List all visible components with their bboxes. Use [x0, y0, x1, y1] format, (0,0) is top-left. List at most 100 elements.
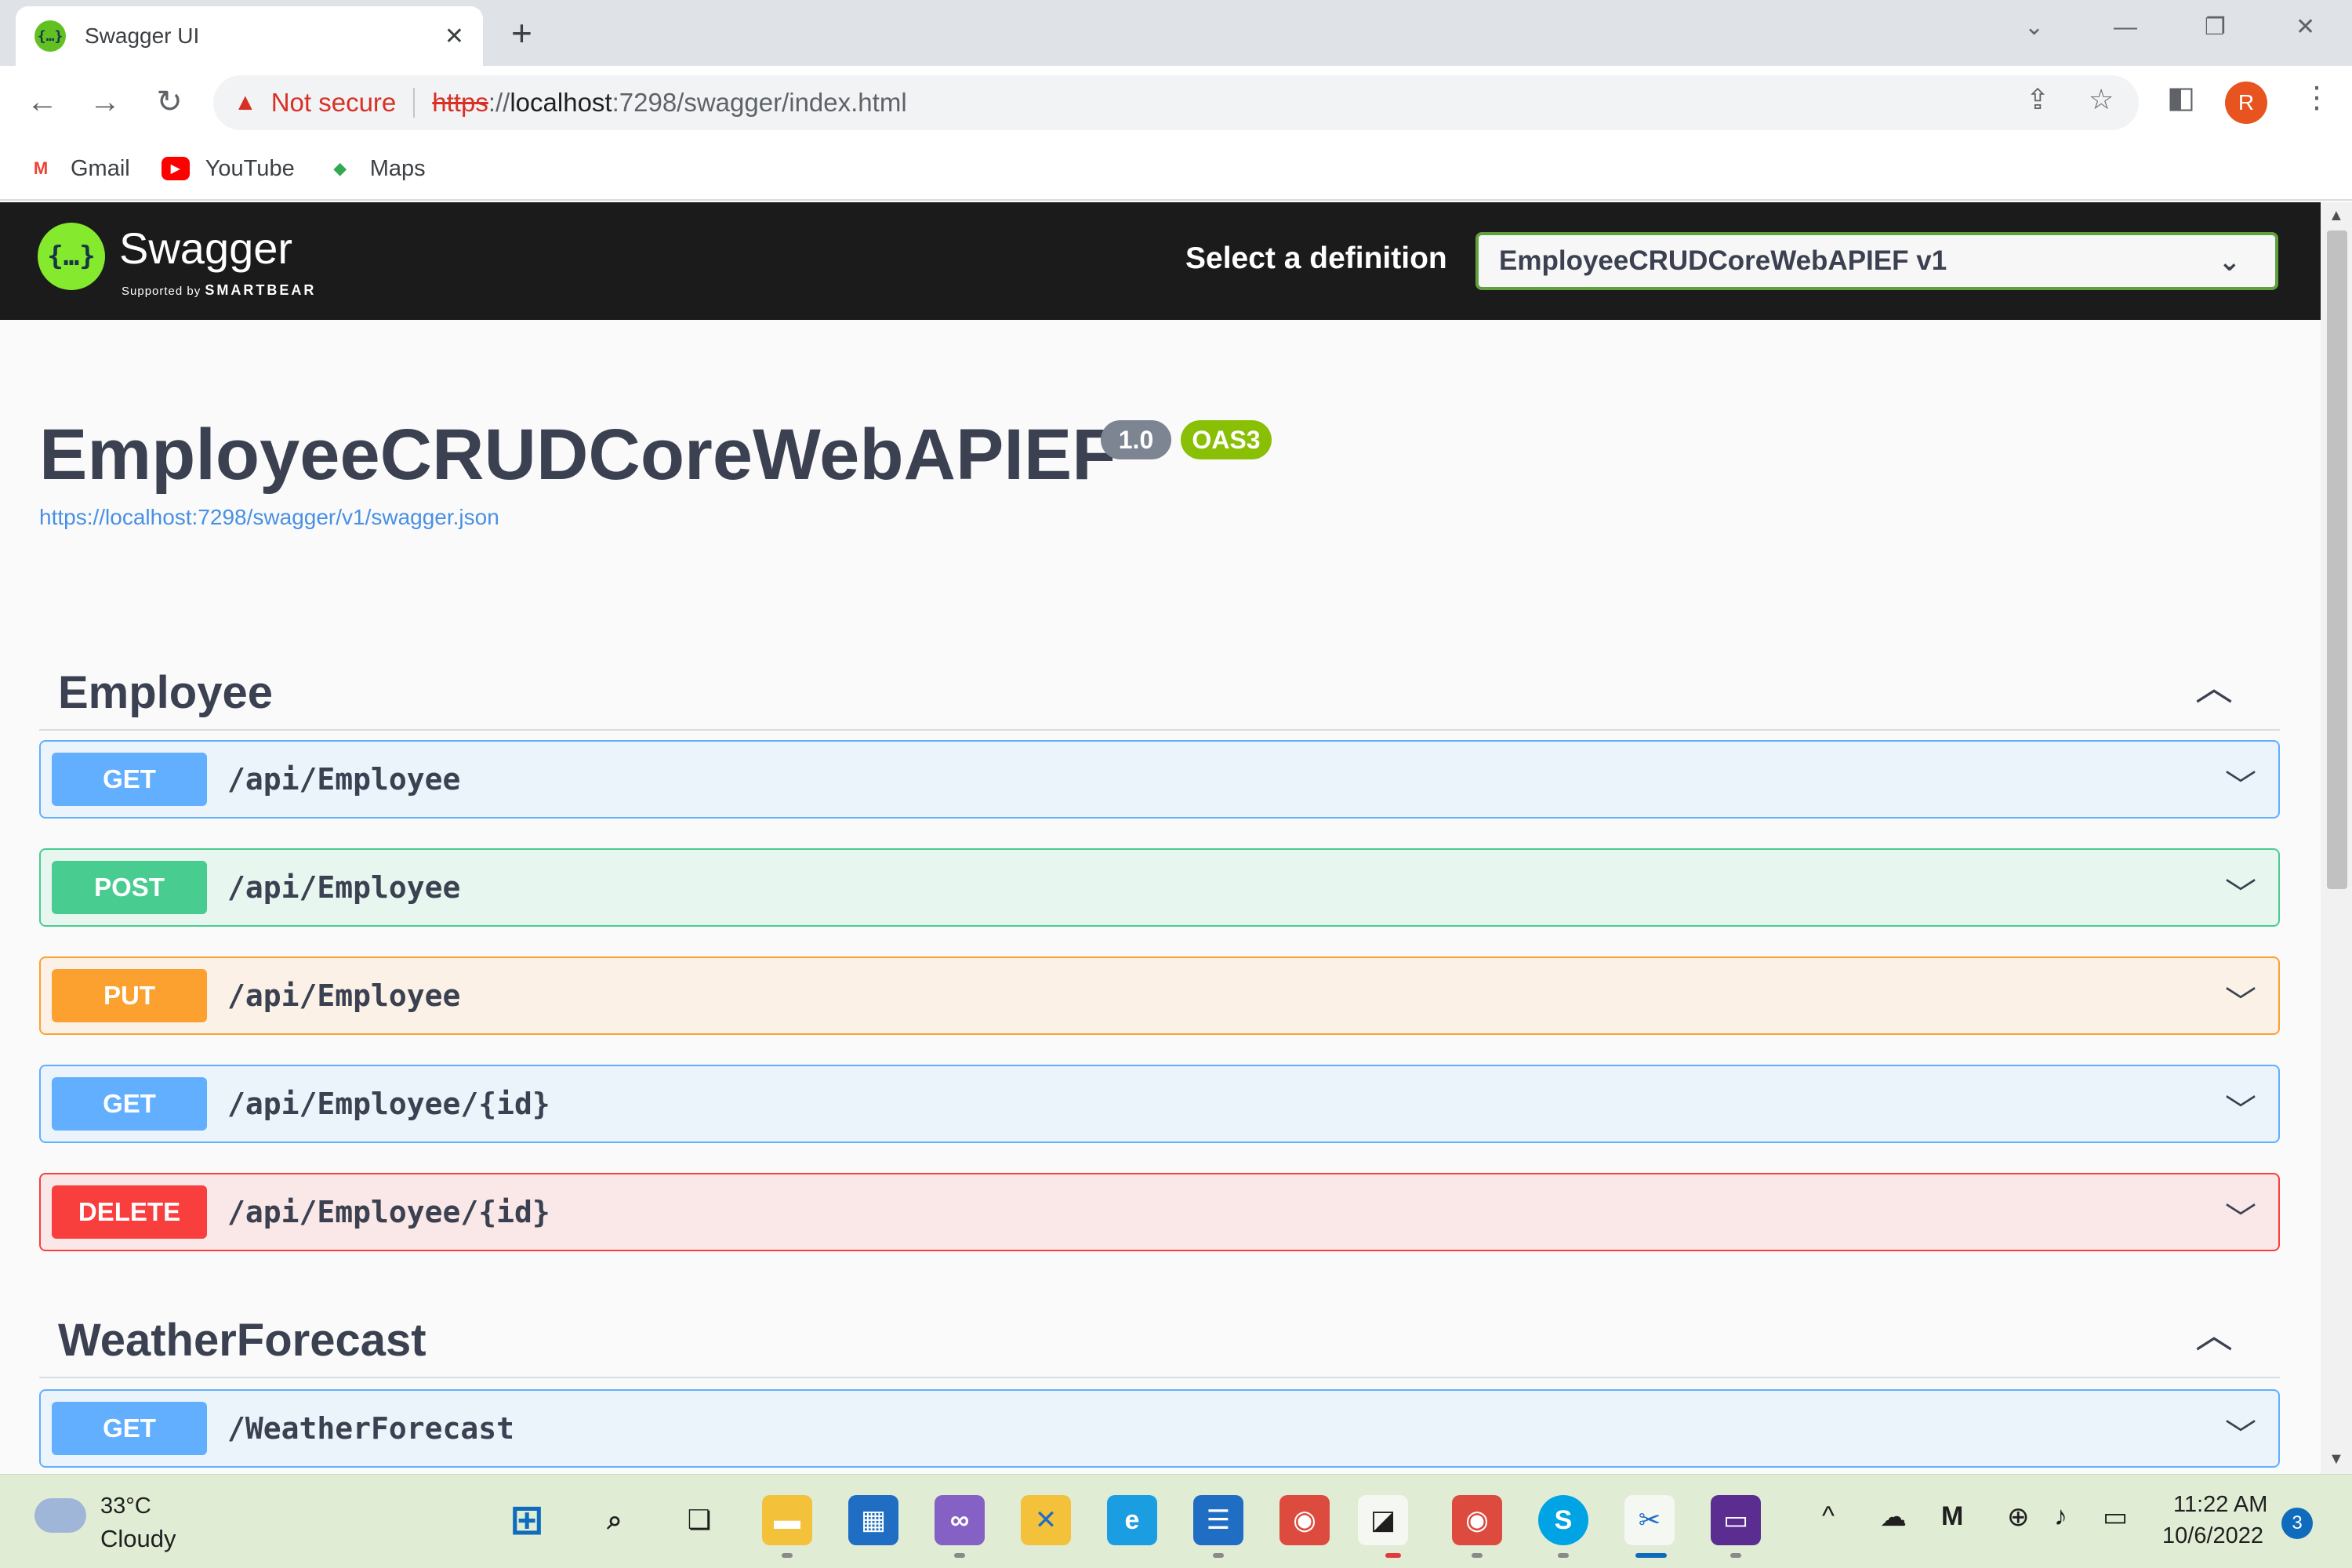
tag-employee[interactable]: Employee ︿: [39, 652, 2280, 731]
supported-by: Supported by SMARTBEAR: [122, 282, 316, 299]
running-indicator: [954, 1553, 965, 1558]
browser-tab[interactable]: {…} Swagger UI ✕: [16, 6, 483, 66]
bookmark-youtube[interactable]: ▶ YouTube: [161, 155, 295, 182]
method-badge: DELETE: [52, 1185, 207, 1239]
operation-delete-employee-by-id[interactable]: DELETE /api/Employee/{id} ﹀: [39, 1173, 2280, 1251]
url-text[interactable]: https://localhost:7298/swagger/index.htm…: [432, 88, 906, 118]
bookmark-label: YouTube: [205, 155, 295, 181]
chevron-down-icon: ⌄: [2218, 247, 2241, 277]
share-icon[interactable]: ⇪: [2026, 83, 2049, 116]
bookmarks-bar: M Gmail ▶ YouTube ◆ Maps: [0, 138, 2352, 201]
operation-put-employee[interactable]: PUT /api/Employee ﹀: [39, 956, 2280, 1035]
weather-temperature[interactable]: 33°C: [100, 1494, 151, 1519]
network-icon[interactable]: ⊕: [2007, 1501, 2030, 1533]
forward-icon[interactable]: →: [83, 80, 127, 124]
swagger-logo-icon[interactable]: {…}: [38, 223, 105, 290]
sticky-notes-icon[interactable]: ◪: [1358, 1495, 1408, 1545]
version-badge: 1.0: [1101, 420, 1171, 459]
swagger-topbar: {…} Swagger Supported by SMARTBEAR Selec…: [0, 202, 2321, 320]
skype-icon[interactable]: S: [1538, 1495, 1588, 1545]
task-view-icon[interactable]: ❏: [674, 1495, 724, 1545]
operation-post-employee[interactable]: POST /api/Employee ﹀: [39, 848, 2280, 927]
search-icon[interactable]: ⌕: [590, 1495, 640, 1545]
profile-avatar[interactable]: R: [2225, 82, 2267, 124]
notification-badge[interactable]: 3: [2281, 1508, 2313, 1539]
terminal-icon[interactable]: ▭: [1711, 1495, 1761, 1545]
edge-icon[interactable]: e: [1107, 1495, 1157, 1545]
spec-url-link[interactable]: https://localhost:7298/swagger/v1/swagge…: [39, 505, 499, 530]
chevron-down-icon[interactable]: ﹀: [2225, 977, 2256, 1022]
meet-icon[interactable]: M: [1941, 1501, 1963, 1532]
select-definition-label: Select a definition: [1185, 241, 1447, 275]
file-explorer-icon[interactable]: ▬: [762, 1495, 812, 1545]
chevron-down-icon[interactable]: ﹀: [2225, 1410, 2256, 1455]
operation-path: /api/Employee/{id}: [227, 1087, 550, 1121]
scroll-down-icon[interactable]: ▼: [2328, 1450, 2344, 1468]
visual-studio-icon[interactable]: ∞: [935, 1495, 985, 1545]
dev-tool-icon[interactable]: ✕: [1021, 1495, 1071, 1545]
chevron-up-icon[interactable]: ︿: [2190, 1308, 2238, 1356]
minimize-icon[interactable]: —: [2114, 8, 2137, 47]
clock-time[interactable]: 11:22 AM: [2173, 1492, 2267, 1518]
notepad-icon[interactable]: ☰: [1193, 1495, 1243, 1545]
scroll-thumb[interactable]: [2327, 230, 2347, 889]
chevron-up-icon[interactable]: ︿: [2190, 660, 2238, 709]
tag-title: WeatherForecast: [58, 1315, 426, 1366]
warning-icon: ▲: [234, 89, 257, 115]
running-indicator: [1213, 1553, 1224, 1558]
operation-get-employee[interactable]: GET /api/Employee ﹀: [39, 740, 2280, 818]
method-badge: GET: [52, 753, 207, 806]
more-menu-icon[interactable]: ⋮: [2302, 80, 2332, 115]
active-indicator: [1385, 1553, 1401, 1558]
bookmark-star-icon[interactable]: ☆: [2089, 83, 2114, 116]
tab-search-chevron-icon[interactable]: ⌄: [2024, 8, 2044, 47]
bookmark-maps[interactable]: ◆ Maps: [326, 155, 426, 182]
chevron-down-icon[interactable]: ﹀: [2225, 1085, 2256, 1131]
tag-weatherforecast[interactable]: WeatherForecast ︿: [39, 1300, 2280, 1378]
close-tab-icon[interactable]: ✕: [445, 23, 464, 50]
chevron-down-icon[interactable]: ﹀: [2225, 869, 2256, 914]
operation-get-employee-by-id[interactable]: GET /api/Employee/{id} ﹀: [39, 1065, 2280, 1143]
running-indicator: [1730, 1553, 1741, 1558]
reload-icon[interactable]: ↻: [147, 80, 191, 124]
security-status[interactable]: Not secure: [271, 88, 397, 118]
cloud-icon[interactable]: [34, 1498, 86, 1533]
snipping-tool-icon[interactable]: ✂: [1624, 1495, 1675, 1545]
side-panel-icon[interactable]: ◧: [2167, 80, 2195, 115]
oas-badge: OAS3: [1181, 420, 1272, 459]
operation-get-weatherforecast[interactable]: GET /WeatherForecast ﹀: [39, 1389, 2280, 1468]
browser-tab-strip: {…} Swagger UI ✕ + ⌄ — ❐ ✕: [0, 0, 2352, 66]
address-divider: [413, 88, 416, 118]
weather-description[interactable]: Cloudy: [100, 1525, 176, 1553]
battery-icon[interactable]: ▭: [2103, 1501, 2128, 1533]
chevron-down-icon[interactable]: ﹀: [2225, 760, 2256, 806]
maps-icon: ◆: [333, 158, 347, 178]
store-icon[interactable]: ▦: [848, 1495, 898, 1545]
chevron-down-icon[interactable]: ﹀: [2225, 1193, 2256, 1239]
operation-path: /api/Employee: [227, 762, 461, 797]
page-scrollbar[interactable]: ▲ ▼: [2321, 202, 2352, 1474]
swagger-brand: Swagger: [119, 223, 293, 273]
youtube-icon: ▶: [161, 157, 190, 180]
definition-select[interactable]: EmployeeCRUDCoreWebAPIEF v1 ⌄: [1475, 232, 2278, 290]
bookmark-label: Maps: [369, 155, 426, 181]
volume-icon[interactable]: ♪: [2054, 1501, 2067, 1532]
scroll-up-icon[interactable]: ▲: [2328, 207, 2344, 225]
new-tab-icon[interactable]: +: [511, 11, 532, 55]
operation-path: /api/Employee: [227, 978, 461, 1013]
address-bar[interactable]: ▲ Not secure https://localhost:7298/swag…: [213, 75, 2139, 130]
clock-date[interactable]: 10/6/2022: [2162, 1523, 2263, 1549]
method-badge: POST: [52, 861, 207, 914]
bookmark-gmail[interactable]: M Gmail: [27, 156, 130, 182]
chevron-up-icon[interactable]: ^: [1822, 1501, 1835, 1532]
close-window-icon[interactable]: ✕: [2296, 8, 2315, 47]
back-icon[interactable]: ←: [20, 80, 64, 124]
gmail-icon: M: [33, 158, 49, 178]
chrome-icon[interactable]: ◉: [1279, 1495, 1330, 1545]
start-icon[interactable]: ⊞: [502, 1495, 552, 1545]
restore-icon[interactable]: ❐: [2205, 8, 2226, 47]
chrome-icon[interactable]: ◉: [1452, 1495, 1502, 1545]
definition-select-value: EmployeeCRUDCoreWebAPIEF v1: [1499, 245, 1947, 276]
running-indicator: [1558, 1553, 1569, 1558]
onedrive-icon[interactable]: ☁: [1880, 1501, 1907, 1533]
